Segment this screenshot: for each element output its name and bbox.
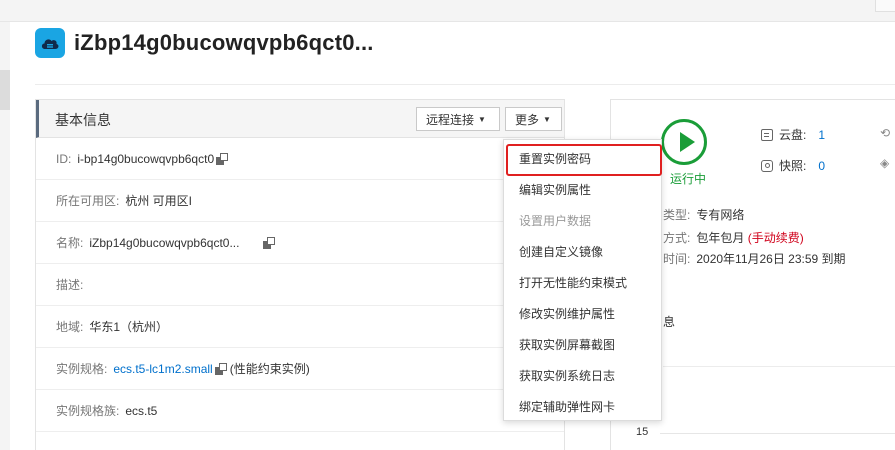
- id-label: ID:: [56, 151, 72, 166]
- snapshot-label: 快照:: [779, 159, 807, 173]
- disk-stat: 云盘: 1: [761, 126, 825, 143]
- name-label: 名称:: [56, 236, 84, 250]
- header-divider: [35, 84, 895, 85]
- info-row-region: 地域: 华东1（杭州）: [36, 306, 564, 348]
- info-row-description: 描述:: [36, 264, 564, 306]
- spec-link[interactable]: ecs.t5-lc1m2.small: [113, 362, 212, 376]
- running-status: 运行中: [670, 172, 707, 186]
- snapshot-stat: 快照: 0: [761, 157, 825, 174]
- copy-icon[interactable]: [214, 362, 227, 375]
- more-button[interactable]: 更多 ▼: [505, 107, 562, 131]
- chart-divider: [663, 366, 895, 367]
- menu-item-reset-password[interactable]: 重置实例密码: [504, 143, 662, 176]
- left-sidebar-rail: [0, 22, 10, 450]
- caret-down-icon: ▼: [478, 114, 486, 124]
- snapshot-count-link[interactable]: 0: [818, 159, 825, 173]
- billing-note: (手动续费): [747, 231, 804, 245]
- basic-info-header: 基本信息 远程连接 ▼ 更多 ▼: [36, 100, 564, 138]
- disk-count-link[interactable]: 1: [818, 128, 825, 142]
- menu-item-bind-eni[interactable]: 绑定辅助弹性网卡: [504, 391, 661, 422]
- billing-row: 方式: 包年包月 (手动续费): [663, 229, 804, 246]
- cloud-server-icon: [35, 28, 65, 58]
- layers-icon: ◈: [880, 156, 890, 170]
- family-label: 实例规格族:: [56, 404, 120, 418]
- menu-item-unlimited-mode[interactable]: 打开无性能约束模式: [504, 267, 661, 298]
- network-type-value: 专有网络: [696, 208, 745, 222]
- network-type-key: 类型:: [663, 208, 691, 222]
- menu-item-set-user-data: 设置用户数据: [519, 214, 592, 228]
- menu-item-create-image[interactable]: 创建自定义镜像: [504, 236, 661, 267]
- zone-label: 所在可用区:: [56, 194, 120, 208]
- caret-down-icon: ▼: [543, 114, 551, 124]
- spec-label: 实例规格:: [56, 362, 108, 376]
- info-row-name: 名称: iZbp14g0bucowqvpb6qct0...: [36, 222, 564, 264]
- remote-connect-label: 远程连接: [426, 112, 475, 127]
- top-bar: [0, 0, 895, 22]
- expire-key: 时间:: [663, 252, 691, 266]
- more-dropdown-menu: 重置实例密码 编辑实例属性 设置用户数据 创建自定义镜像 打开无性能约束模式 修…: [503, 139, 662, 421]
- chart-gridline: [660, 433, 895, 434]
- remote-connect-button[interactable]: 远程连接 ▼: [416, 107, 500, 131]
- disk-icon: [761, 128, 773, 141]
- sidebar-scroll-thumb[interactable]: [0, 70, 10, 110]
- spec-note: (性能约束实例): [229, 362, 310, 376]
- play-icon: [661, 119, 707, 165]
- network-type-row: 类型: 专有网络: [663, 206, 744, 223]
- region-label: 地域:: [56, 320, 84, 334]
- region-value: 华东1（杭州）: [89, 320, 169, 334]
- expire-row: 时间: 2020年11月26日 23:59 到期: [663, 250, 846, 267]
- info-row-family: 实例规格族: ecs.t5: [36, 390, 564, 432]
- billing-value: 包年包月: [696, 231, 745, 245]
- top-right-control[interactable]: [875, 0, 895, 12]
- camera-icon: [761, 159, 773, 172]
- info-row-id: ID: i-bp14g0bucowqvpb6qct0: [36, 138, 564, 180]
- info-row-zone: 所在可用区: 杭州 可用区I: [36, 180, 564, 222]
- zone-value: 杭州 可用区I: [125, 194, 193, 208]
- link-icon: ⟲: [880, 126, 891, 140]
- family-value: ecs.t5: [125, 403, 158, 418]
- id-value: i-bp14g0bucowqvpb6qct0: [77, 151, 215, 166]
- page-title: iZbp14g0bucowqvpb6qct0...: [74, 30, 374, 55]
- name-value: iZbp14g0bucowqvpb6qct0...: [89, 235, 240, 250]
- basic-info-title: 基本信息: [55, 112, 111, 128]
- copy-icon[interactable]: [216, 152, 229, 165]
- expire-value: 2020年11月26日 23:59 到期: [696, 252, 846, 266]
- description-label: 描述:: [56, 278, 84, 292]
- info-row-spec: 实例规格: ecs.t5-lc1m2.small (性能约束实例): [36, 348, 564, 390]
- more-button-label: 更多: [515, 112, 540, 127]
- menu-item-edit-attributes[interactable]: 编辑实例属性: [504, 174, 661, 205]
- menu-item-screenshot[interactable]: 获取实例屏幕截图: [504, 329, 661, 360]
- copy-icon[interactable]: [263, 236, 276, 249]
- monitor-section-title: 息: [663, 315, 676, 329]
- chart-tick-label: 15: [636, 426, 649, 438]
- disk-label: 云盘:: [779, 128, 807, 142]
- basic-info-panel: 基本信息 远程连接 ▼ 更多 ▼ ID: i-bp14g0bucowqvpb6q…: [35, 99, 565, 450]
- billing-key: 方式:: [663, 231, 691, 245]
- instance-header: iZbp14g0bucowqvpb6qct0...: [35, 26, 374, 60]
- menu-item-maintenance[interactable]: 修改实例维护属性: [504, 298, 661, 329]
- menu-item-system-log[interactable]: 获取实例系统日志: [504, 360, 661, 391]
